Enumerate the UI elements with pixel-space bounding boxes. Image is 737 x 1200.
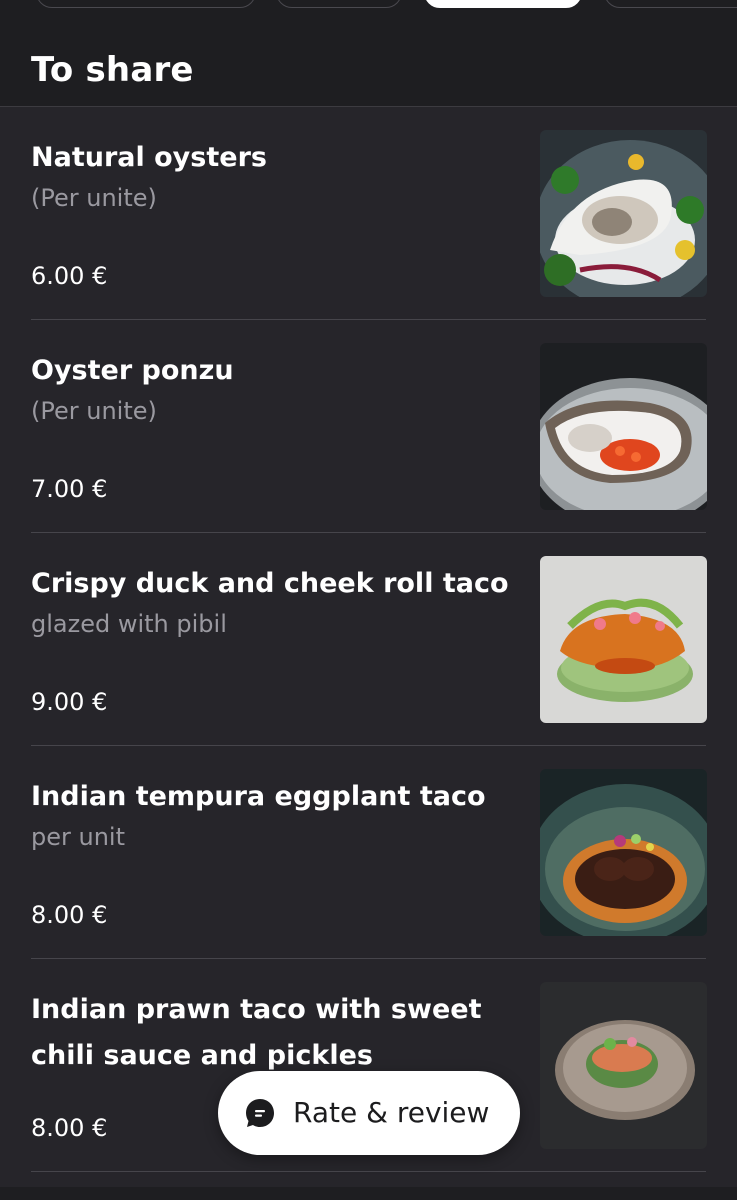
- oyster-photo[interactable]: [540, 130, 707, 297]
- item-description: glazed with pibil: [31, 610, 227, 638]
- section-title: To share: [31, 50, 194, 90]
- item-price: 7.00 €: [31, 475, 108, 503]
- oyster-roe-photo[interactable]: [540, 343, 707, 510]
- menu-item[interactable]: Indian tempura eggplant taco per unit 8.…: [0, 746, 737, 959]
- menu-list: Natural oysters (Per unite) 6.00 € Oyste…: [0, 107, 737, 1172]
- chat-bubble-icon: [246, 1099, 274, 1127]
- item-name: Indian prawn taco with sweet chili sauce…: [31, 994, 482, 1071]
- category-tab-active[interactable]: [424, 0, 582, 8]
- item-price: 6.00 €: [31, 262, 108, 290]
- duck-taco-photo[interactable]: [540, 556, 707, 723]
- item-description: (Per unite): [31, 184, 157, 212]
- category-tab[interactable]: [604, 0, 737, 8]
- item-price: 9.00 €: [31, 688, 108, 716]
- item-price: 8.00 €: [31, 901, 108, 929]
- item-name: Indian tempura eggplant taco: [31, 781, 486, 812]
- menu-item[interactable]: Crispy duck and cheek roll taco glazed w…: [0, 533, 737, 746]
- eggplant-taco-photo[interactable]: [540, 769, 707, 936]
- rate-review-label: Rate & review: [293, 1096, 490, 1129]
- item-description: (Per unite): [31, 397, 157, 425]
- item-name: Crispy duck and cheek roll taco: [31, 568, 509, 599]
- category-tab[interactable]: [36, 0, 256, 8]
- menu-item[interactable]: Oyster ponzu (Per unite) 7.00 €: [0, 320, 737, 533]
- bottom-bar: [0, 1187, 737, 1200]
- section-header: To share: [0, 24, 737, 107]
- item-price: 8.00 €: [31, 1114, 108, 1142]
- menu-item[interactable]: Natural oysters (Per unite) 6.00 €: [0, 107, 737, 320]
- rate-review-button[interactable]: Rate & review: [218, 1071, 520, 1155]
- item-name: Natural oysters: [31, 142, 267, 173]
- item-name: Oyster ponzu: [31, 355, 234, 386]
- divider: [31, 1171, 706, 1172]
- category-tabs: [0, 0, 737, 24]
- category-tab[interactable]: [276, 0, 402, 8]
- prawn-taco-photo[interactable]: [540, 982, 707, 1149]
- item-description: per unit: [31, 823, 125, 851]
